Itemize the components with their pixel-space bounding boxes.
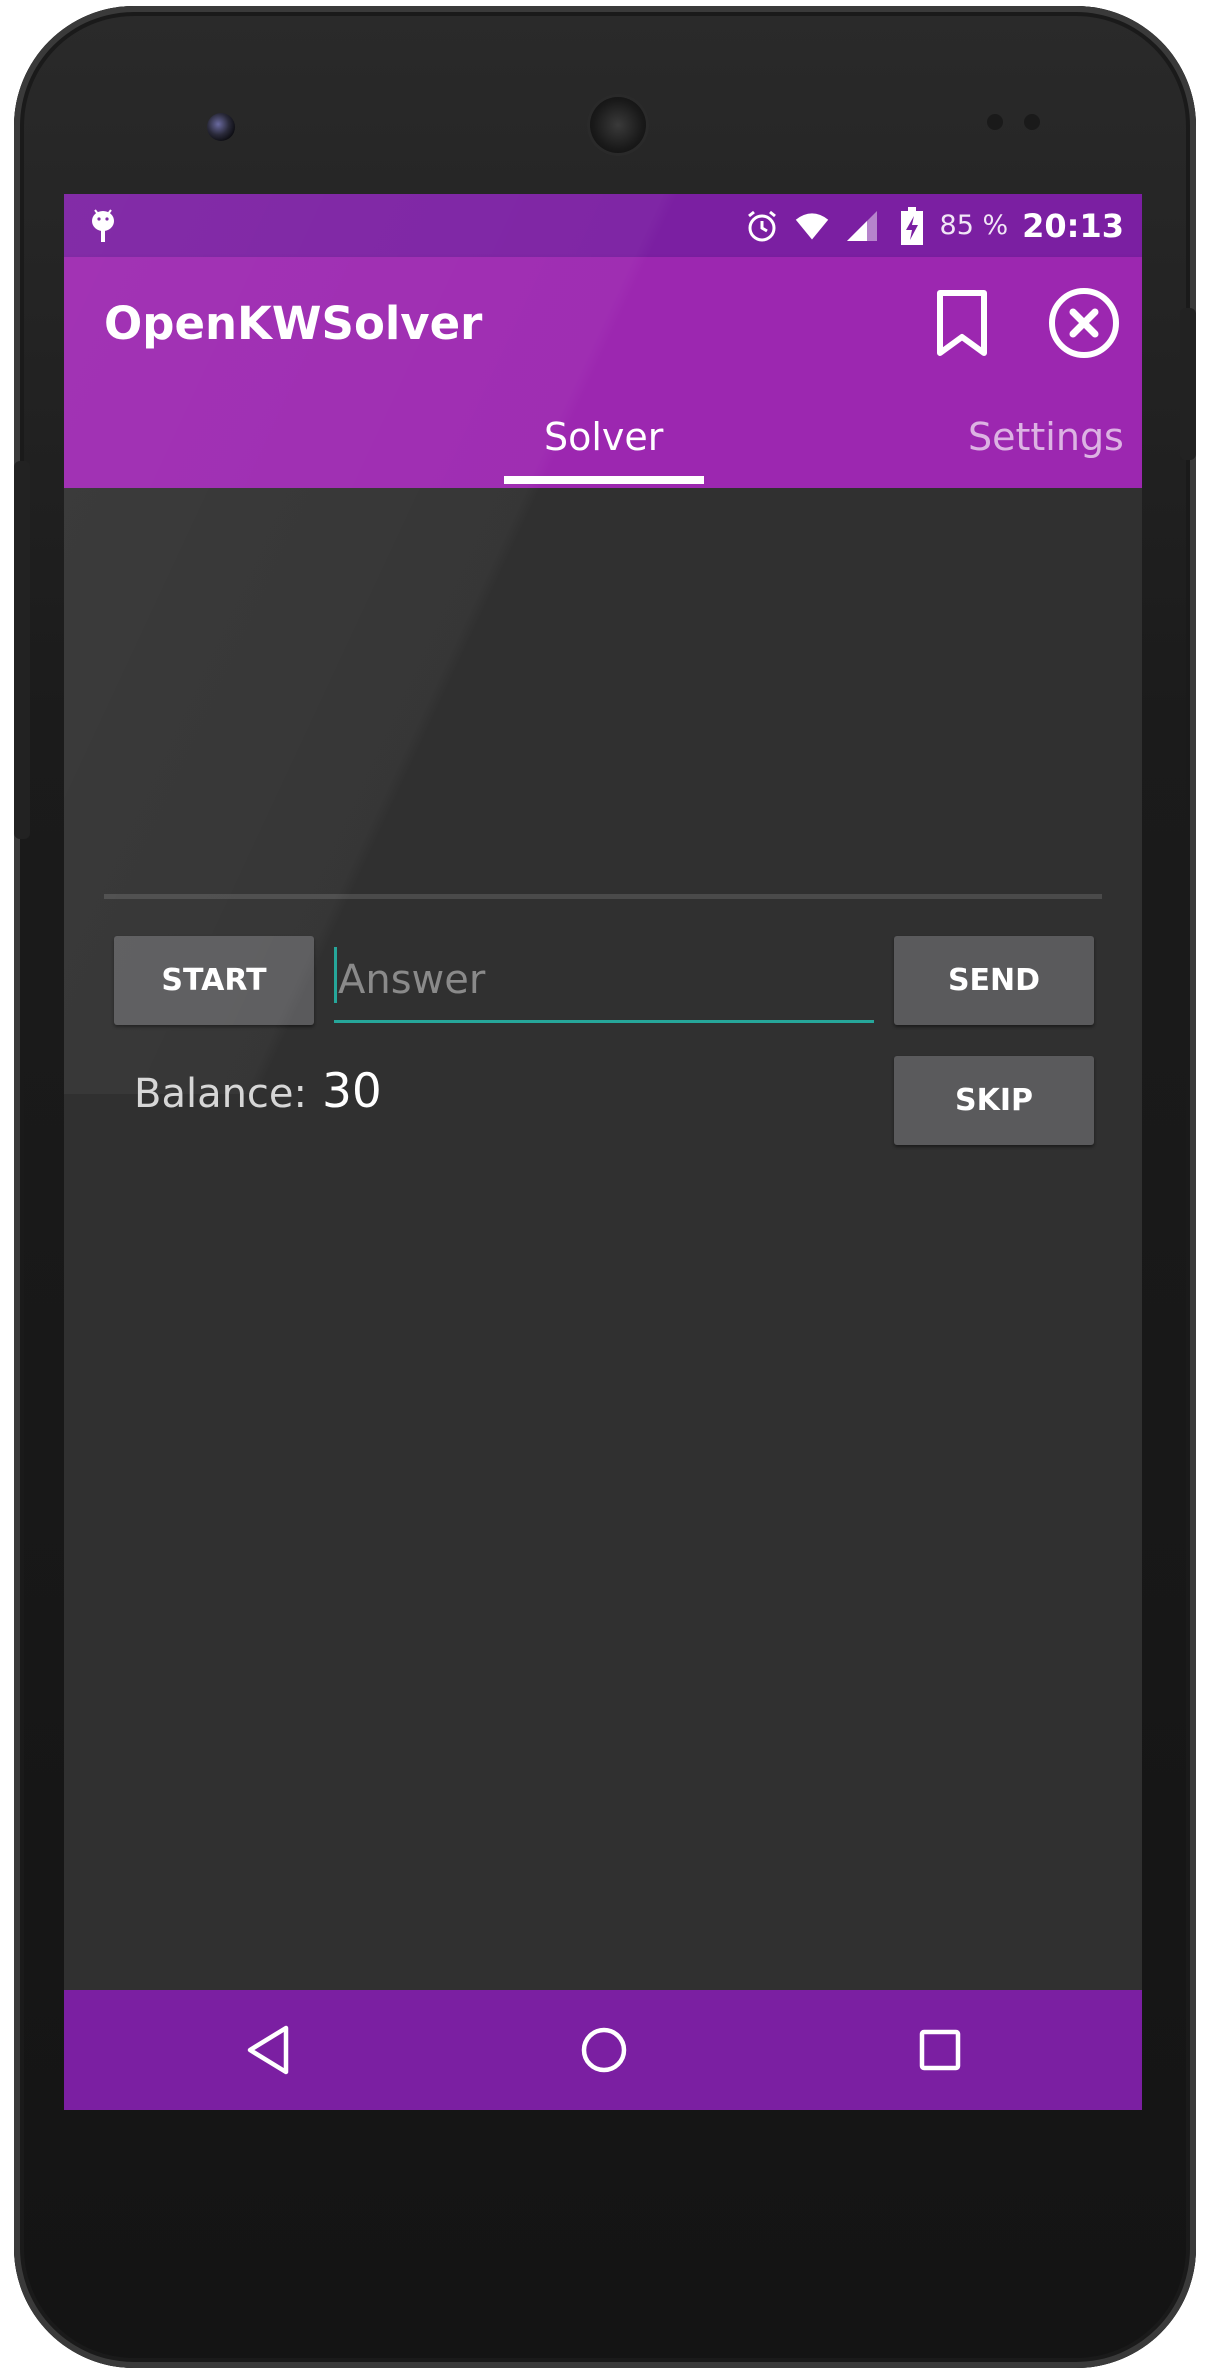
navigation-bar [64,1990,1142,2110]
home-icon[interactable] [574,2020,634,2080]
earpiece-speaker [590,97,646,153]
proximity-sensor [987,114,1003,130]
tab-solver[interactable]: Solver [544,415,663,459]
battery-charging-icon [894,206,930,245]
android-debug-icon [92,209,114,242]
answer-input[interactable] [334,939,874,1023]
send-button[interactable]: SEND [894,936,1094,1025]
signal-icon [844,208,880,244]
tab-bar: Solver Settings [64,397,1142,488]
close-circle-icon[interactable] [1046,285,1122,361]
skip-button[interactable]: SKIP [894,1056,1094,1145]
start-button[interactable]: START [114,936,314,1025]
balance-label: Balance: [134,1071,308,1117]
divider [104,894,1102,899]
balance-value: 30 [322,1064,382,1119]
app-bar: OpenKWSolver [64,257,1142,397]
power-button [1180,308,1196,460]
volume-button [14,461,30,839]
front-camera [207,113,235,141]
back-icon[interactable] [239,2020,299,2080]
recents-icon[interactable] [910,2020,970,2080]
status-bar: 85 % 20:13 [64,194,1142,257]
screen: 85 % 20:13 OpenKWSolver Solver Settings … [64,194,1142,2110]
text-cursor [334,947,337,1003]
wifi-icon [794,208,830,244]
battery-percent: 85 % [939,210,1009,241]
app-title: OpenKWSolver [104,297,483,350]
alarm-icon [744,208,780,244]
clock: 20:13 [1022,206,1124,245]
status-icons: 85 % 20:13 [744,194,1124,257]
light-sensor [1024,114,1040,130]
bookmark-icon[interactable] [930,287,994,359]
tab-indicator [504,476,704,484]
tab-settings[interactable]: Settings [968,415,1124,459]
